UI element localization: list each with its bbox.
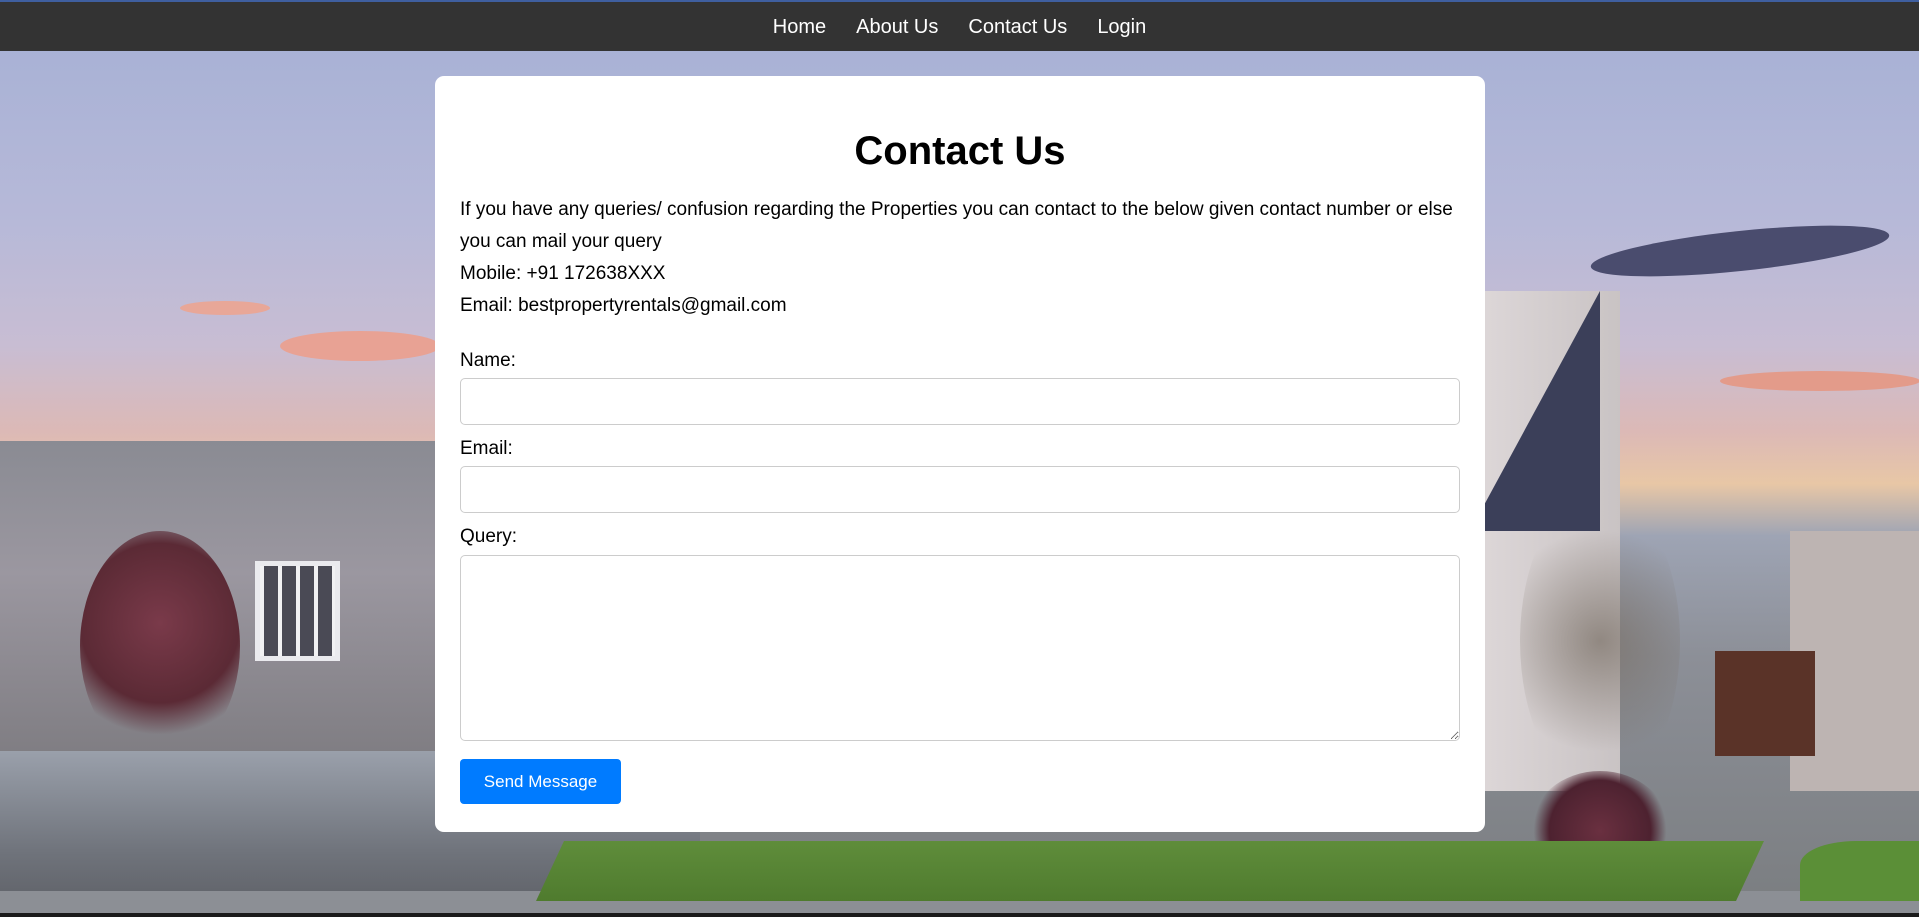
house-window [255,561,340,661]
intro-text: If you have any queries/ confusion regar… [460,199,1453,252]
nav-contact-link[interactable]: Contact Us [968,17,1067,37]
send-message-button[interactable]: Send Message [460,759,621,804]
email-text: Email: bestpropertyrentals@gmail.com [460,295,787,316]
nav-login-link[interactable]: Login [1097,17,1146,37]
tree-left [80,531,240,761]
window-bottom-edge [0,913,1919,917]
lawn [536,841,1764,901]
contact-info: If you have any queries/ confusion regar… [460,194,1460,322]
top-nav: Home About Us Contact Us Login [0,0,1919,51]
mobile-text: Mobile: +91 172638XXX [460,263,666,284]
name-label: Name: [460,350,516,371]
lawn-right [1800,841,1919,901]
contact-form: Name: Email: Query: Send Message [460,350,1460,804]
query-textarea[interactable] [460,555,1460,741]
name-input[interactable] [460,378,1460,425]
page-title: Contact Us [854,129,1066,173]
cloud [180,301,270,315]
email-input[interactable] [460,466,1460,513]
nav-about-link[interactable]: About Us [856,17,938,37]
tree-right [1520,491,1680,791]
cloud [280,331,440,361]
email-label: Email: [460,438,513,459]
query-label: Query: [460,526,518,547]
fence [1715,651,1815,756]
cloud [1588,215,1892,287]
nav-home-link[interactable]: Home [773,17,826,37]
cloud [1720,371,1919,391]
contact-card: Contact Us If you have any queries/ conf… [435,76,1485,832]
